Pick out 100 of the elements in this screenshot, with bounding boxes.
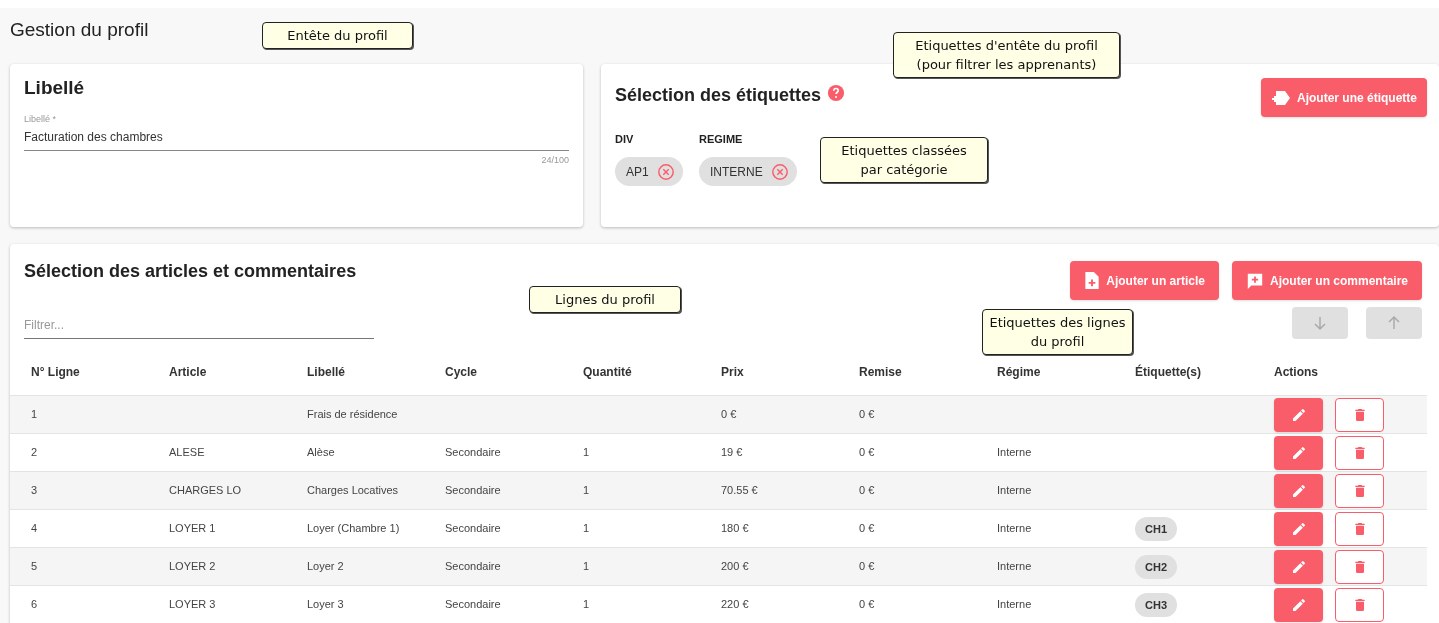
table-cell-text: 180 € [721, 521, 750, 537]
edit-button[interactable] [1274, 587, 1323, 622]
add-article-button[interactable]: Ajouter un article [1070, 261, 1219, 300]
pencil-icon [1290, 596, 1307, 613]
table-cell-text: 5 [31, 559, 39, 575]
table-cell-text: 0 € [859, 597, 876, 613]
table-cell-text: 200 € [721, 559, 750, 575]
pencil-icon [1290, 444, 1307, 461]
table-cell-text: Interne [997, 483, 1033, 499]
delete-button[interactable] [1335, 473, 1384, 508]
edit-button[interactable] [1274, 511, 1323, 546]
add-tag-button[interactable]: Ajouter une étiquette [1261, 78, 1427, 117]
column-header: N° Ligne [31, 364, 81, 381]
table-cell-text: Loyer 3 [307, 597, 345, 613]
help-icon[interactable] [827, 83, 846, 102]
table-cell-text: LOYER 1 [169, 521, 217, 537]
page-title: Gestion du profil [10, 19, 149, 40]
card-title: Sélection des articles et commentaires [24, 260, 357, 283]
label-field[interactable]: Libellé * Facturation des chambres [24, 112, 569, 151]
annotation-callout: Etiquettes d'entête du profil (pour filtrer les apprenants) [893, 32, 1120, 78]
table-cell-text: Secondaire [445, 597, 502, 613]
column-header: Quantité [583, 364, 633, 381]
table-cell-text: CHARGES LO [169, 483, 243, 499]
table-cell-text: 0 € [859, 483, 876, 499]
table-cell-text: Interne [997, 445, 1033, 461]
table-cell-text: 0 € [859, 559, 876, 575]
table-cell-text: ALESE [169, 445, 206, 461]
column-header: Actions [1274, 364, 1319, 381]
category-label: DIV [615, 132, 635, 145]
delete-button[interactable] [1335, 549, 1384, 584]
field-label: Libellé * [24, 112, 58, 126]
table-cell-text: Loyer 2 [307, 559, 345, 575]
table-cell-text: Charges Locatives [307, 483, 400, 499]
remove-icon[interactable] [770, 162, 789, 181]
table-cell-text: 6 [31, 597, 39, 613]
arrow-down-icon [1312, 315, 1328, 331]
pencil-icon [1290, 482, 1307, 499]
card-title: Sélection des étiquettes [615, 84, 822, 107]
delete-button[interactable] [1335, 587, 1384, 622]
card-title: Libellé [24, 76, 86, 100]
table-cell-text: 3 [31, 483, 39, 499]
delete-button[interactable] [1335, 511, 1384, 546]
table-cell-text: 0 € [859, 445, 876, 461]
table-cell-text: 0 € [721, 407, 738, 423]
table-cell-text: 1 [583, 483, 591, 499]
add-comment-button[interactable]: Ajouter un commentaire [1231, 261, 1422, 300]
arrow-up-icon [1386, 315, 1402, 331]
table-cell-text: 19 € [721, 445, 744, 461]
annotation-callout: Entête du profil [262, 22, 413, 49]
table-cell-text: 2 [31, 445, 39, 461]
file-plus-icon [1084, 271, 1101, 290]
table-cell-text: 1 [31, 407, 39, 423]
table-cell-text: 1 [583, 521, 591, 537]
chip-label: INTERNE [710, 163, 763, 181]
line-tag: CH3 [1135, 592, 1177, 618]
field-value: Facturation des chambres [24, 129, 164, 146]
table-cell-text: Alèse [307, 445, 336, 461]
edit-button[interactable] [1274, 473, 1323, 508]
table-cell-text: Frais de résidence [307, 407, 399, 423]
character-counter: 24/100 [541, 154, 569, 167]
table-cell-text: Interne [997, 559, 1033, 575]
annotation-callout: Etiquettes classées par catégorie [820, 137, 988, 183]
edit-button[interactable] [1274, 435, 1323, 470]
table-cell-text: Secondaire [445, 521, 502, 537]
column-header: Article [169, 364, 208, 381]
edit-button[interactable] [1274, 549, 1323, 584]
comment-plus-icon [1245, 271, 1264, 290]
pencil-icon [1290, 558, 1307, 575]
table-cell-text: 70.55 € [721, 483, 759, 499]
column-header: Étiquette(s) [1135, 363, 1202, 381]
line-tag: CH1 [1135, 516, 1177, 542]
column-header: Régime [997, 364, 1042, 381]
delete-button[interactable] [1335, 397, 1384, 432]
pencil-icon [1290, 406, 1307, 423]
table-cell-text: LOYER 3 [169, 597, 217, 613]
column-header: Prix [721, 364, 745, 381]
category-label: REGIME [699, 132, 744, 145]
table-cell-text: 0 € [859, 407, 876, 423]
remove-icon[interactable] [656, 162, 675, 181]
delete-button[interactable] [1335, 435, 1384, 470]
table-cell-text: 1 [583, 445, 591, 461]
table-cell-text: 1 [583, 597, 591, 613]
table-cell-text: Secondaire [445, 483, 502, 499]
annotation-callout: Etiquettes des lignes du profil [982, 309, 1133, 355]
column-header: Cycle [445, 364, 479, 381]
table-cell-text: 1 [583, 559, 591, 575]
tag-plus-icon [1271, 89, 1291, 106]
column-header: Remise [859, 364, 903, 381]
column-header: Libellé [307, 364, 346, 381]
pencil-icon [1290, 520, 1307, 537]
table-cell-text: Interne [997, 521, 1033, 537]
edit-button[interactable] [1274, 397, 1323, 432]
table-cell-text: Interne [997, 597, 1033, 613]
table-cell-text: 220 € [721, 597, 750, 613]
line-tag: CH2 [1135, 554, 1177, 580]
table-cell-text: Secondaire [445, 445, 502, 461]
filter-field[interactable]: Filtrer... [24, 316, 374, 339]
table-cell-text: Loyer (Chambre 1) [307, 521, 401, 537]
table-cell-text: 0 € [859, 521, 876, 537]
chip-label: AP1 [626, 163, 649, 181]
